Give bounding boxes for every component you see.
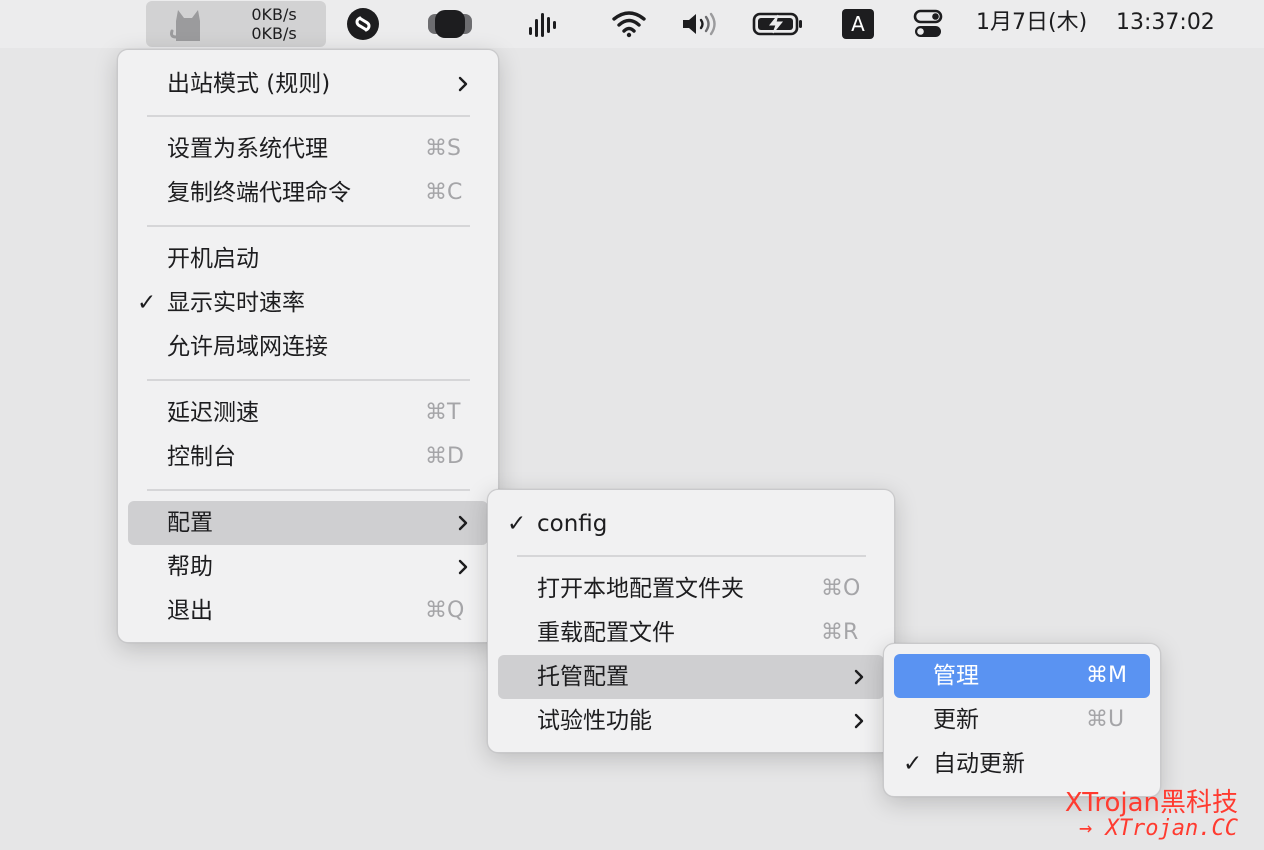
submenu-item-remote-config[interactable]: 托管配置 xyxy=(498,655,884,699)
volume-icon xyxy=(683,12,716,36)
menu-item-shortcut: ⌘D xyxy=(425,444,464,469)
menu-item-label: 托管配置 xyxy=(537,664,629,690)
menu-item-label: 配置 xyxy=(167,510,213,536)
menu-item-label: 复制终端代理命令 xyxy=(167,180,351,206)
volume-status-item[interactable] xyxy=(678,0,722,48)
menu-item-label: 管理 xyxy=(933,663,979,689)
control-center-status-item[interactable] xyxy=(910,0,946,48)
app-rounded-square-icon xyxy=(428,10,472,38)
speed-readout: 0KB/s 0KB/s xyxy=(244,5,304,43)
menu-item-label: 自动更新 xyxy=(933,751,1025,777)
chevron-right-icon xyxy=(458,515,468,531)
control-center-icon xyxy=(913,9,943,37)
menu-item-label: 试验性功能 xyxy=(537,708,652,734)
input-source-status-item[interactable]: A xyxy=(841,0,875,48)
checkmark-icon: ✓ xyxy=(137,290,157,316)
checkmark-icon: ✓ xyxy=(507,511,527,537)
menu-item-shortcut: ⌘S xyxy=(425,136,461,161)
menu-item-shortcut: ⌘T xyxy=(425,400,461,425)
menu-item-outbound-mode[interactable]: 出站模式 (规则) xyxy=(128,62,488,106)
submenu-item-experimental[interactable]: 试验性功能 xyxy=(498,699,884,743)
submenu-item-auto-update[interactable]: ✓ 自动更新 xyxy=(894,742,1150,786)
menu-item-help[interactable]: 帮助 xyxy=(128,545,488,589)
menu-item-label: 开机启动 xyxy=(167,246,259,272)
battery-charging-icon xyxy=(752,12,802,36)
menu-item-shortcut: ⌘U xyxy=(1086,707,1125,732)
menu-item-label: 设置为系统代理 xyxy=(167,136,328,162)
menu-item-label: 打开本地配置文件夹 xyxy=(537,576,744,602)
watermark-url: → XTrojan.CC xyxy=(1079,816,1238,841)
menu-item-quit[interactable]: 退出 ⌘Q xyxy=(128,589,488,633)
input-source-icon: A xyxy=(842,9,874,39)
menu-item-shortcut: ⌘Q xyxy=(425,598,465,623)
menu-separator xyxy=(147,225,470,227)
menu-item-label: 退出 xyxy=(167,598,213,624)
chevron-right-icon xyxy=(854,713,864,729)
menu-item-label: 控制台 xyxy=(167,444,236,470)
menu-item-label: 允许局域网连接 xyxy=(167,334,328,360)
wifi-icon xyxy=(612,11,646,38)
checkmark-icon: ✓ xyxy=(903,751,923,777)
audio-status-item[interactable] xyxy=(523,0,563,48)
menu-item-label: 帮助 xyxy=(167,554,213,580)
menu-item-shortcut: ⌘R xyxy=(821,620,859,645)
chevron-right-icon xyxy=(854,669,864,685)
config-submenu: ✓ config 打开本地配置文件夹 ⌘O 重载配置文件 ⌘R 托管配置 试验性… xyxy=(487,489,895,753)
menu-item-latency-test[interactable]: 延迟测速 ⌘T xyxy=(128,391,488,435)
shazam-status-item[interactable] xyxy=(342,0,384,48)
app-status-item[interactable] xyxy=(424,0,476,48)
menu-separator xyxy=(147,379,470,381)
shazam-icon xyxy=(347,8,379,40)
menu-item-label: 重载配置文件 xyxy=(537,620,675,646)
menu-item-allow-lan[interactable]: 允许局域网连接 xyxy=(128,325,488,369)
wifi-status-item[interactable] xyxy=(608,0,650,48)
menu-separator xyxy=(147,115,470,117)
menu-item-dashboard[interactable]: 控制台 ⌘D xyxy=(128,435,488,479)
upload-speed: 0KB/s xyxy=(251,5,297,24)
menu-item-label: 显示实时速率 xyxy=(167,290,305,316)
clash-main-menu: 出站模式 (规则) 设置为系统代理 ⌘S 复制终端代理命令 ⌘C 开机启动 ✓ … xyxy=(117,49,499,643)
menu-item-label: 更新 xyxy=(933,707,979,733)
submenu-item-manage[interactable]: 管理 ⌘M xyxy=(894,654,1150,698)
menu-separator xyxy=(147,489,470,491)
menu-item-label: config xyxy=(537,511,608,537)
menu-separator xyxy=(517,555,866,557)
chevron-right-icon xyxy=(458,559,468,575)
submenu-item-config-profile[interactable]: ✓ config xyxy=(498,502,884,546)
menu-item-shortcut: ⌘C xyxy=(425,180,463,205)
download-speed: 0KB/s xyxy=(251,24,297,43)
clash-cat-icon xyxy=(168,7,208,47)
submenu-item-open-config-folder[interactable]: 打开本地配置文件夹 ⌘O xyxy=(498,567,884,611)
menu-item-label: 出站模式 (规则) xyxy=(167,71,331,97)
menu-item-set-system-proxy[interactable]: 设置为系统代理 ⌘S xyxy=(128,127,488,171)
menu-item-launch-at-login[interactable]: 开机启动 xyxy=(128,237,488,281)
menu-item-show-speed[interactable]: ✓ 显示实时速率 xyxy=(128,281,488,325)
battery-status-item[interactable] xyxy=(750,0,806,48)
menu-item-label: 延迟测速 xyxy=(167,400,259,426)
audio-bars-icon xyxy=(529,13,556,37)
menu-item-shortcut: ⌘O xyxy=(821,576,861,601)
submenu-item-update[interactable]: 更新 ⌘U xyxy=(894,698,1150,742)
menu-bar: 0KB/s 0KB/s A 1月7日(木) 13:37:02 xyxy=(0,0,1264,48)
submenu-item-reload-config[interactable]: 重载配置文件 ⌘R xyxy=(498,611,884,655)
menu-item-config[interactable]: 配置 xyxy=(128,501,488,545)
remote-config-submenu: 管理 ⌘M 更新 ⌘U ✓ 自动更新 xyxy=(883,643,1161,797)
watermark-title: XTrojan黑科技 xyxy=(1064,788,1238,818)
chevron-right-icon xyxy=(458,76,468,92)
menubar-clock[interactable]: 13:37:02 xyxy=(1116,0,1215,48)
menubar-date[interactable]: 1月7日(木) xyxy=(976,0,1087,48)
clash-status-item[interactable]: 0KB/s 0KB/s xyxy=(146,1,326,47)
menu-item-shortcut: ⌘M xyxy=(1086,663,1127,688)
menu-item-copy-terminal-proxy[interactable]: 复制终端代理命令 ⌘C xyxy=(128,171,488,215)
